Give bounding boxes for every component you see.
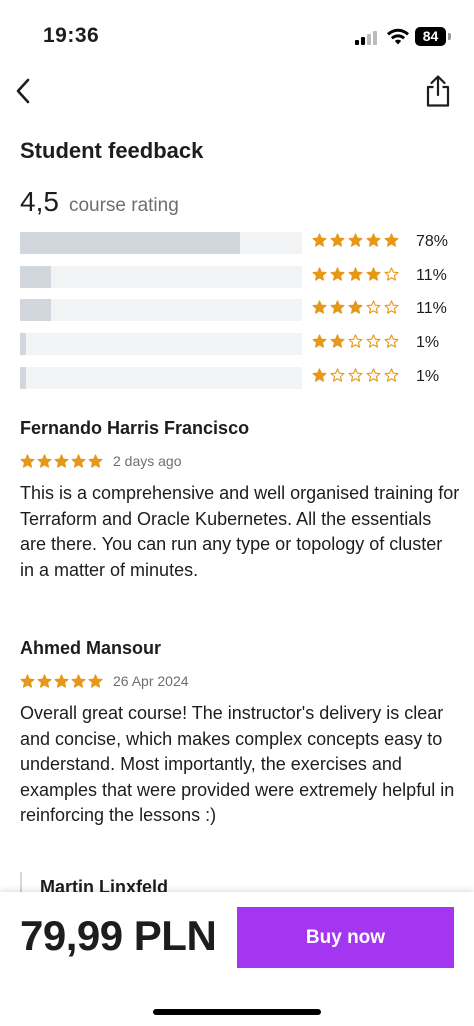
purchase-bar: 79,99 PLN Buy now bbox=[0, 892, 474, 1026]
rating-row-stars bbox=[312, 334, 399, 349]
star-filled-icon bbox=[330, 300, 345, 315]
rating-row-1-stars[interactable]: 1% bbox=[20, 366, 460, 389]
reviewer-name: Fernando Harris Francisco bbox=[20, 418, 250, 438]
review-date: 2 days ago bbox=[113, 453, 182, 469]
star-outline-icon bbox=[366, 300, 381, 315]
star-outline-icon bbox=[348, 368, 363, 382]
star-outline-icon bbox=[366, 334, 381, 348]
rating-row-3-stars[interactable]: 11% bbox=[20, 299, 460, 322]
rating-row-4-stars[interactable]: 11% bbox=[20, 265, 460, 288]
star-outline-icon bbox=[384, 334, 399, 348]
rating-row-stars bbox=[312, 267, 399, 282]
rating-row-stars bbox=[312, 300, 399, 315]
course-reviews-screen: 19:36 84 Student feedback 4,5 course rat… bbox=[0, 0, 474, 1026]
star-filled-icon bbox=[88, 673, 103, 688]
rating-row-2-stars[interactable]: 1% bbox=[20, 333, 460, 356]
star-filled-icon bbox=[312, 267, 327, 281]
chevron-left-icon bbox=[16, 78, 30, 104]
star-filled-icon bbox=[348, 267, 363, 281]
star-filled-icon bbox=[54, 453, 69, 468]
review-text: Overall great course! The instructor's d… bbox=[20, 703, 455, 825]
star-filled-icon bbox=[20, 673, 35, 688]
star-outline-icon bbox=[384, 368, 399, 382]
rating-bar bbox=[20, 232, 302, 254]
rating-bar-fill bbox=[20, 366, 26, 389]
share-button[interactable] bbox=[420, 72, 456, 110]
status-time: 19:36 bbox=[43, 24, 100, 47]
star-filled-icon bbox=[384, 233, 399, 247]
rating-bar-fill bbox=[20, 265, 52, 288]
rating-percent: 78% bbox=[416, 233, 449, 250]
star-filled-icon bbox=[54, 673, 69, 688]
rating-bar-fill bbox=[20, 333, 26, 356]
section-title: Student feedback bbox=[20, 138, 204, 163]
star-outline-icon bbox=[348, 334, 363, 348]
star-filled-icon bbox=[330, 267, 345, 281]
reviewer-name: Ahmed Mansour bbox=[20, 638, 162, 658]
star-filled-icon bbox=[312, 233, 327, 247]
rating-row-stars bbox=[312, 368, 399, 383]
star-filled-icon bbox=[330, 233, 345, 247]
star-filled-icon bbox=[37, 453, 52, 468]
star-filled-icon bbox=[71, 673, 86, 688]
rating-bar bbox=[20, 265, 302, 288]
star-filled-icon bbox=[348, 233, 363, 247]
home-indicator bbox=[153, 1009, 321, 1015]
review-stars bbox=[20, 673, 103, 689]
rating-percent: 11% bbox=[416, 266, 447, 284]
wifi-icon bbox=[387, 28, 409, 45]
course-price: 79,99 PLN bbox=[20, 912, 217, 959]
review-text: This is a comprehensive and well organis… bbox=[20, 483, 460, 580]
star-filled-icon bbox=[37, 673, 52, 688]
rating-summary: 4,5 course rating bbox=[20, 186, 179, 218]
rating-percent: 1% bbox=[416, 367, 440, 385]
rating-bar-fill bbox=[20, 299, 52, 322]
star-filled-icon bbox=[312, 334, 327, 348]
battery-level: 84 bbox=[415, 27, 446, 46]
rating-row-stars bbox=[312, 233, 399, 248]
rating-value: 4,5 bbox=[20, 186, 59, 217]
review-meta: 26 Apr 2024 bbox=[20, 673, 460, 689]
review-card: Ahmed Mansour 26 Apr 2024 Overall great … bbox=[20, 638, 460, 829]
signal-icon bbox=[355, 31, 379, 45]
rating-row-5-stars[interactable]: 78% bbox=[20, 232, 460, 254]
status-bar: 19:36 84 bbox=[0, 0, 474, 72]
star-filled-icon bbox=[71, 453, 86, 468]
star-filled-icon bbox=[366, 267, 381, 281]
rating-percent: 11% bbox=[416, 300, 447, 318]
star-outline-icon bbox=[384, 300, 399, 315]
star-filled-icon bbox=[348, 300, 363, 315]
rating-bar bbox=[20, 333, 302, 356]
star-outline-icon bbox=[330, 368, 345, 382]
back-button[interactable] bbox=[6, 74, 40, 108]
review-stars bbox=[20, 453, 103, 469]
star-outline-icon bbox=[384, 267, 399, 281]
review-card: Fernando Harris Francisco 2 days ago Thi… bbox=[20, 418, 460, 583]
battery-icon: 84 bbox=[415, 27, 452, 46]
review-meta: 2 days ago bbox=[20, 453, 460, 469]
rating-bar bbox=[20, 299, 302, 322]
rating-bar-fill bbox=[20, 232, 240, 254]
star-filled-icon bbox=[20, 453, 35, 468]
share-icon bbox=[426, 75, 450, 107]
star-filled-icon bbox=[366, 233, 381, 247]
rating-label: course rating bbox=[68, 195, 179, 216]
star-filled-icon bbox=[330, 334, 345, 348]
rating-bar bbox=[20, 366, 302, 389]
star-filled-icon bbox=[88, 453, 103, 468]
star-outline-icon bbox=[366, 368, 381, 382]
star-filled-icon bbox=[312, 300, 327, 315]
review-date: 26 Apr 2024 bbox=[113, 673, 189, 689]
buy-now-button[interactable]: Buy now bbox=[237, 907, 454, 968]
star-filled-icon bbox=[312, 368, 327, 382]
rating-percent: 1% bbox=[416, 334, 440, 352]
